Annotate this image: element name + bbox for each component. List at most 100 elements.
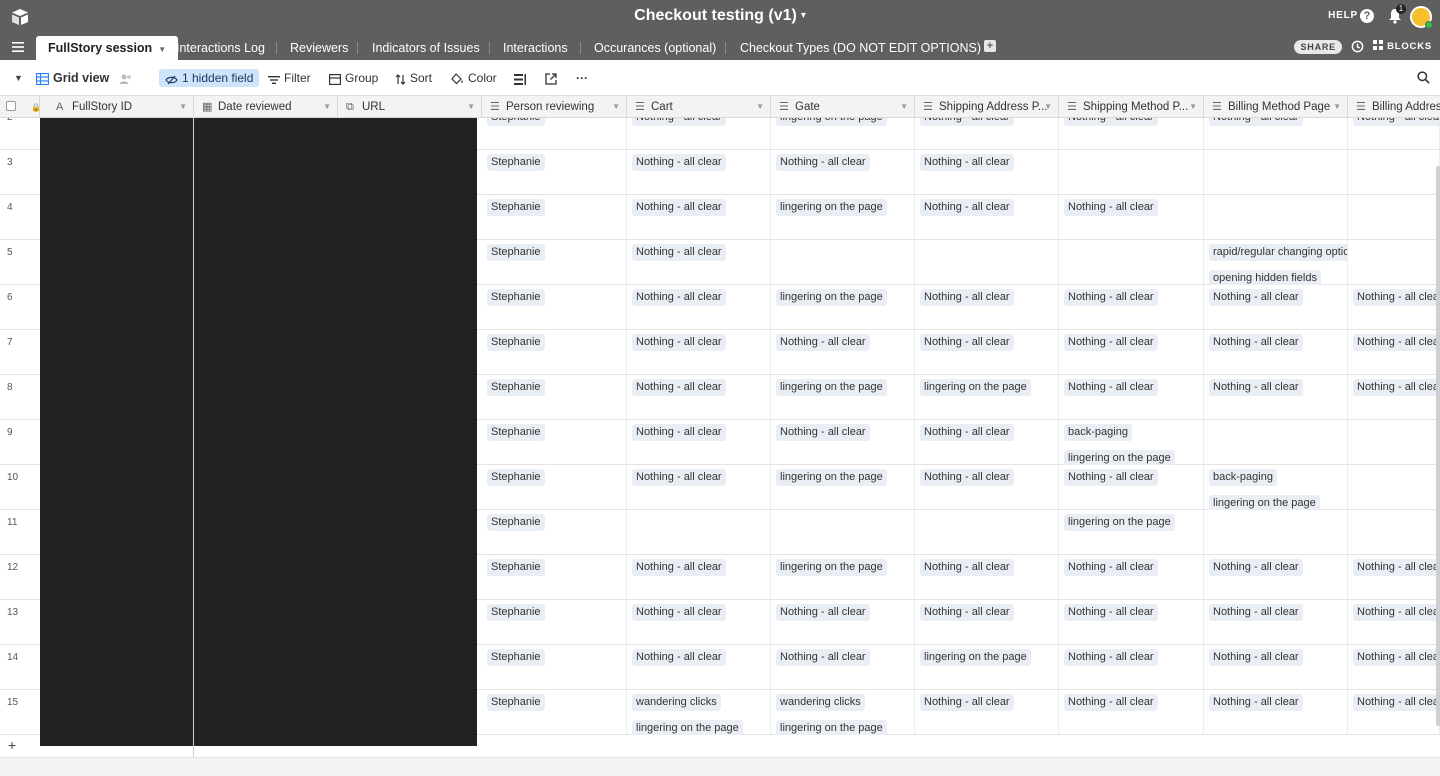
cell-ship-method[interactable]: Nothing - all clear	[1059, 600, 1204, 645]
sort-button[interactable]: Sort	[395, 69, 432, 87]
cell-ship-method[interactable]: Nothing - all clear	[1059, 375, 1204, 420]
filter-button[interactable]: Filter	[268, 69, 311, 87]
cell-bill-method[interactable]: Nothing - all clear	[1204, 330, 1348, 375]
share-button[interactable]: SHARE	[1294, 40, 1342, 54]
cell-bill-addr[interactable]	[1348, 195, 1440, 240]
cell-ship-addr[interactable]: Nothing - all clear	[915, 420, 1059, 465]
cell-ship-addr[interactable]: Nothing - all clear	[915, 690, 1059, 735]
chevron-down-icon[interactable]: ▼	[612, 96, 620, 118]
cell-ship-addr[interactable]: Nothing - all clear	[915, 118, 1059, 150]
cell-bill-addr[interactable]: Nothing - all clear	[1348, 118, 1440, 150]
cell-ship-method[interactable]	[1059, 240, 1204, 285]
view-switcher[interactable]: Grid view	[35, 69, 109, 87]
chevron-down-icon[interactable]: ▼	[323, 96, 331, 118]
cell-cart[interactable]: Nothing - all clear	[627, 645, 771, 690]
group-button[interactable]: Group	[329, 69, 378, 87]
column-header-gate[interactable]: ☰ Gate ▼	[771, 96, 915, 118]
cell-person[interactable]: Stephanie	[482, 330, 627, 375]
cell-person[interactable]: Stephanie	[482, 510, 627, 555]
row-height-button[interactable]	[514, 69, 530, 87]
cell-person[interactable]: Stephanie	[482, 118, 627, 150]
cell-bill-method[interactable]: Nothing - all clear	[1204, 375, 1348, 420]
chevron-down-icon[interactable]: ▼	[1044, 96, 1052, 118]
cell-gate[interactable]: lingering on the page	[771, 375, 915, 420]
cell-cart[interactable]: Nothing - all clear	[627, 375, 771, 420]
cell-cart[interactable]: Nothing - all clear	[627, 240, 771, 285]
cell-bill-addr[interactable]: Nothing - all clear	[1348, 330, 1440, 375]
chevron-down-icon[interactable]: ▼	[467, 96, 475, 118]
tab-checkout-types[interactable]: Checkout Types (DO NOT EDIT OPTIONS)	[728, 36, 993, 60]
cell-cart[interactable]: Nothing - all clear	[627, 600, 771, 645]
cell-ship-method[interactable]: Nothing - all clear	[1059, 555, 1204, 600]
cell-bill-addr[interactable]: Nothing - all clear	[1348, 600, 1440, 645]
cell-ship-method[interactable]: lingering on the page	[1059, 510, 1204, 555]
cell-gate[interactable]: lingering on the page	[771, 465, 915, 510]
column-header-person-reviewing[interactable]: ☰ Person reviewing ▼	[482, 96, 627, 118]
hamburger-menu-icon[interactable]	[12, 42, 24, 52]
column-header-fullstory-id[interactable]: A FullStory ID ▼	[40, 96, 194, 118]
cell-person[interactable]: Stephanie	[482, 690, 627, 735]
cell-person[interactable]: Stephanie	[482, 555, 627, 600]
cell-ship-method[interactable]: Nothing - all clear	[1059, 645, 1204, 690]
color-button[interactable]: Color	[451, 69, 497, 87]
tab-indicators-of-issues[interactable]: Indicators of Issues	[360, 36, 492, 60]
cell-person[interactable]: Stephanie	[482, 420, 627, 465]
cell-bill-method[interactable]: Nothing - all clear	[1204, 690, 1348, 735]
cell-ship-addr[interactable]: Nothing - all clear	[915, 600, 1059, 645]
select-all-checkbox[interactable]	[6, 101, 16, 111]
column-header-billing-address[interactable]: ☰ Billing Address	[1348, 96, 1440, 118]
chevron-down-icon[interactable]: ▼	[756, 96, 764, 118]
cell-bill-addr[interactable]: Nothing - all clear	[1348, 285, 1440, 330]
user-avatar[interactable]	[1410, 6, 1433, 29]
cell-bill-method[interactable]: Nothing - all clear	[1204, 118, 1348, 150]
cell-gate[interactable]: Nothing - all clear	[771, 420, 915, 465]
chevron-down-icon[interactable]: ▼	[900, 96, 908, 118]
vertical-scrollbar[interactable]	[1436, 166, 1440, 726]
column-header-date-reviewed[interactable]: ▦ Date reviewed ▼	[194, 96, 338, 118]
more-options-icon[interactable]: ···	[576, 69, 588, 87]
cell-ship-method[interactable]	[1059, 150, 1204, 195]
help-label[interactable]: HELP	[1328, 10, 1358, 21]
cell-cart[interactable]	[627, 510, 771, 555]
cell-ship-addr[interactable]	[915, 510, 1059, 555]
help-icon[interactable]: ?	[1360, 9, 1374, 23]
chevron-down-icon[interactable]: ▼	[1189, 96, 1197, 118]
cell-cart[interactable]: Nothing - all clear	[627, 420, 771, 465]
cell-bill-method[interactable]: rapid/regular changing optic opening hidd…	[1204, 240, 1348, 285]
cell-ship-method[interactable]: Nothing - all clear	[1059, 118, 1204, 150]
cell-person[interactable]: Stephanie	[482, 150, 627, 195]
tab-reviewers[interactable]: Reviewers	[278, 36, 360, 60]
cell-gate[interactable]: wandering clicks lingering on the page	[771, 690, 915, 735]
cell-person[interactable]: Stephanie	[482, 465, 627, 510]
cell-bill-method[interactable]: Nothing - all clear	[1204, 645, 1348, 690]
cell-bill-method[interactable]: Nothing - all clear	[1204, 555, 1348, 600]
cell-ship-addr[interactable]	[915, 240, 1059, 285]
cell-gate[interactable]: Nothing - all clear	[771, 645, 915, 690]
tab-occurances[interactable]: Occurances (optional)	[582, 36, 728, 60]
column-header-shipping-address[interactable]: ☰ Shipping Address P... ▼	[915, 96, 1059, 118]
add-record-button[interactable]: +	[8, 737, 16, 753]
cell-cart[interactable]: Nothing - all clear	[627, 285, 771, 330]
tab-interactions-log[interactable]: Interactions Log	[164, 36, 277, 60]
cell-ship-method[interactable]: Nothing - all clear	[1059, 465, 1204, 510]
collaborators-icon[interactable]	[119, 69, 137, 87]
cell-person[interactable]: Stephanie	[482, 285, 627, 330]
column-header-cart[interactable]: ☰ Cart ▼	[627, 96, 771, 118]
cell-gate[interactable]	[771, 510, 915, 555]
cell-gate[interactable]: lingering on the page	[771, 555, 915, 600]
cell-ship-method[interactable]: back-paging lingering on the page	[1059, 420, 1204, 465]
chevron-down-icon[interactable]: ▼	[1333, 96, 1341, 118]
base-title[interactable]: Checkout testing (v1) ▾	[0, 7, 1440, 25]
tab-fullstory-session[interactable]: FullStory session ▼	[36, 36, 179, 60]
cell-ship-addr[interactable]: Nothing - all clear	[915, 195, 1059, 240]
cell-person[interactable]: Stephanie	[482, 240, 627, 285]
cell-ship-addr[interactable]: Nothing - all clear	[915, 330, 1059, 375]
cell-bill-addr[interactable]: Nothing - all clear	[1348, 555, 1440, 600]
cell-bill-method[interactable]: back-paging lingering on the page	[1204, 465, 1348, 510]
cell-gate[interactable]: Nothing - all clear	[771, 330, 915, 375]
collapse-sidebar-icon[interactable]: ▼	[14, 69, 23, 87]
cell-gate[interactable]: lingering on the page	[771, 285, 915, 330]
cell-ship-method[interactable]: Nothing - all clear	[1059, 285, 1204, 330]
column-header-url[interactable]: ⧉ URL ▼	[338, 96, 482, 118]
cell-cart[interactable]: Nothing - all clear	[627, 150, 771, 195]
